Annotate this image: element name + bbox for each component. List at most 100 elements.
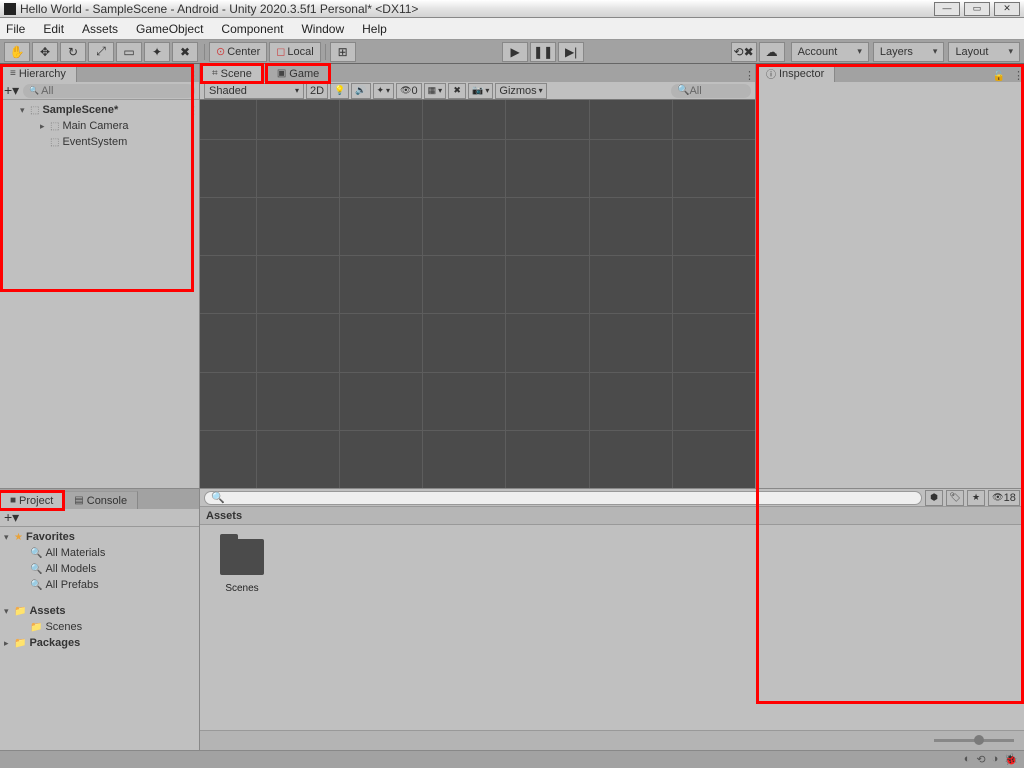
- close-button[interactable]: ✕: [994, 2, 1020, 16]
- search-by-label[interactable]: 🏷: [946, 490, 964, 506]
- arrow-right-icon: ▸: [4, 638, 14, 649]
- menu-help[interactable]: Help: [362, 22, 387, 36]
- packages-folder[interactable]: ▸ 📁 Packages: [0, 635, 199, 651]
- scene-tab-bar: ⌗Scene ▣Game: [200, 64, 755, 82]
- panel-menu[interactable]: [740, 69, 755, 82]
- favorite-all-models[interactable]: 🔍All Models: [0, 561, 199, 577]
- cache-server-icon[interactable]: ⟲: [976, 753, 985, 766]
- breadcrumb[interactable]: Assets: [200, 507, 1024, 525]
- arrow-down-icon: ▾: [4, 606, 14, 617]
- console-icon: ▤: [74, 495, 83, 506]
- unity-scene-icon: ⬚: [30, 105, 39, 116]
- progress-icon[interactable]: ◑: [992, 753, 999, 766]
- menu-component[interactable]: Component: [221, 22, 283, 36]
- search-icon: 🔍: [30, 548, 42, 559]
- project-tab-bar: ■Project ▤Console: [0, 489, 199, 509]
- scene-item[interactable]: ▾ ⬚ SampleScene*: [0, 102, 199, 118]
- hierarchy-tab[interactable]: ≡Hierarchy: [0, 64, 77, 82]
- favorite-all-materials[interactable]: 🔍All Materials: [0, 545, 199, 561]
- project-content-panel: 🔍 ⬢ 🏷 ★ 👁18 Assets Scenes: [200, 489, 1024, 750]
- fx-dropdown[interactable]: ✦: [373, 83, 395, 99]
- hierarchy-search-input[interactable]: All: [23, 84, 195, 98]
- cloud-button[interactable]: ☁: [759, 42, 785, 62]
- custom-tool[interactable]: ✖: [172, 42, 198, 62]
- assets-grid[interactable]: Scenes: [200, 525, 1024, 730]
- transform-tool[interactable]: ✦: [144, 42, 170, 62]
- list-icon: ≡: [10, 68, 16, 79]
- thumbnail-size-slider[interactable]: [934, 739, 1014, 742]
- camera-dropdown[interactable]: 📷: [468, 83, 493, 99]
- layout-dropdown[interactable]: Layout: [948, 42, 1020, 62]
- hidden-objects[interactable]: 👁0: [396, 83, 422, 99]
- lighting-toggle[interactable]: 💡: [330, 83, 349, 99]
- menu-assets[interactable]: Assets: [82, 22, 118, 36]
- scale-tool[interactable]: ⤢: [88, 42, 114, 62]
- project-search-bar: 🔍 ⬢ 🏷 ★ 👁18: [200, 489, 1024, 507]
- minimize-button[interactable]: —: [934, 2, 960, 16]
- hierarchy-toolbar: +▾ All: [0, 82, 199, 100]
- pause-button[interactable]: ❚❚: [530, 42, 556, 62]
- console-tab[interactable]: ▤Console: [64, 491, 138, 509]
- project-folder-tree: ▾ ★ Favorites 🔍All Materials 🔍All Models…: [0, 527, 199, 750]
- menu-file[interactable]: File: [6, 22, 25, 36]
- menu-bar: File Edit Assets GameObject Component Wi…: [0, 18, 1024, 40]
- arrow-down-icon: ▾: [4, 532, 14, 543]
- scene-menu[interactable]: [184, 104, 199, 117]
- rotate-tool[interactable]: ↻: [60, 42, 86, 62]
- move-tool[interactable]: ✥: [32, 42, 58, 62]
- menu-gameobject[interactable]: GameObject: [136, 22, 203, 36]
- gameobject-main-camera[interactable]: ▸ ⬚ Main Camera: [0, 118, 199, 134]
- title-bar: Hello World - SampleScene - Android - Un…: [0, 0, 1024, 18]
- panel-menu[interactable]: [1009, 69, 1024, 82]
- collab-button[interactable]: ⟲✖: [731, 42, 757, 62]
- draw-mode-dropdown[interactable]: Shaded: [204, 83, 304, 99]
- 2d-toggle[interactable]: 2D: [306, 83, 328, 99]
- search-by-type[interactable]: ⬢: [925, 490, 943, 506]
- tools-toggle[interactable]: ✖: [448, 83, 466, 99]
- lock-icon[interactable]: 🔓: [993, 71, 1005, 82]
- grid-dropdown[interactable]: ▦: [424, 83, 447, 99]
- bottom-area: ■Project ▤Console +▾ ▾ ★ Favorites 🔍All …: [0, 488, 1024, 750]
- audio-toggle[interactable]: 🔊: [351, 83, 370, 99]
- asset-scenes-folder[interactable]: Scenes: [210, 535, 274, 720]
- project-tab[interactable]: ■Project: [0, 491, 64, 509]
- scenes-folder[interactable]: 📁Scenes: [0, 619, 199, 635]
- create-button[interactable]: +▾: [4, 509, 19, 526]
- unity-icon: [4, 3, 16, 15]
- game-tab[interactable]: ▣Game: [267, 64, 330, 82]
- hand-tool[interactable]: ✋: [4, 42, 30, 62]
- arrow-down-icon: ▾: [20, 105, 30, 116]
- panel-menu[interactable]: [184, 69, 199, 82]
- scene-view[interactable]: [200, 100, 755, 488]
- hidden-packages-toggle[interactable]: 👁18: [988, 490, 1020, 506]
- favorites-section[interactable]: ▾ ★ Favorites: [0, 529, 199, 545]
- auto-generate-lighting-icon[interactable]: ◐: [964, 753, 971, 766]
- save-search[interactable]: ★: [967, 490, 985, 506]
- gameobject-event-system[interactable]: ⬚ EventSystem: [0, 134, 199, 150]
- scene-search-input[interactable]: 🔍All: [671, 84, 751, 98]
- pivot-center-toggle[interactable]: ⊙Center: [209, 42, 267, 62]
- project-tree-panel: ■Project ▤Console +▾ ▾ ★ Favorites 🔍All …: [0, 489, 200, 750]
- layers-dropdown[interactable]: Layers: [873, 42, 945, 62]
- inspector-tab[interactable]: ⓘInspector: [756, 64, 835, 82]
- scene-tab[interactable]: ⌗Scene: [202, 64, 263, 82]
- debug-mode-icon[interactable]: 🐞: [1004, 753, 1018, 766]
- star-icon: ★: [14, 532, 23, 543]
- menu-window[interactable]: Window: [301, 22, 344, 36]
- search-icon: 🔍: [30, 564, 42, 575]
- maximize-button[interactable]: ▭: [964, 2, 990, 16]
- add-button[interactable]: +▾: [4, 82, 19, 99]
- play-button[interactable]: ▶: [502, 42, 528, 62]
- rect-tool[interactable]: ▭: [116, 42, 142, 62]
- search-icon: 🔍: [30, 580, 42, 591]
- snap-toggle[interactable]: ⊞: [330, 42, 356, 62]
- cube-icon: ⬚: [50, 137, 59, 148]
- project-search-input[interactable]: 🔍: [204, 491, 922, 505]
- assets-folder[interactable]: ▾ 📁 Assets: [0, 603, 199, 619]
- account-dropdown[interactable]: Account: [791, 42, 869, 62]
- gizmos-dropdown[interactable]: Gizmos: [495, 83, 546, 99]
- menu-edit[interactable]: Edit: [43, 22, 64, 36]
- step-button[interactable]: ▶|: [558, 42, 584, 62]
- pivot-local-toggle[interactable]: ◻Local: [269, 42, 320, 62]
- favorite-all-prefabs[interactable]: 🔍All Prefabs: [0, 577, 199, 593]
